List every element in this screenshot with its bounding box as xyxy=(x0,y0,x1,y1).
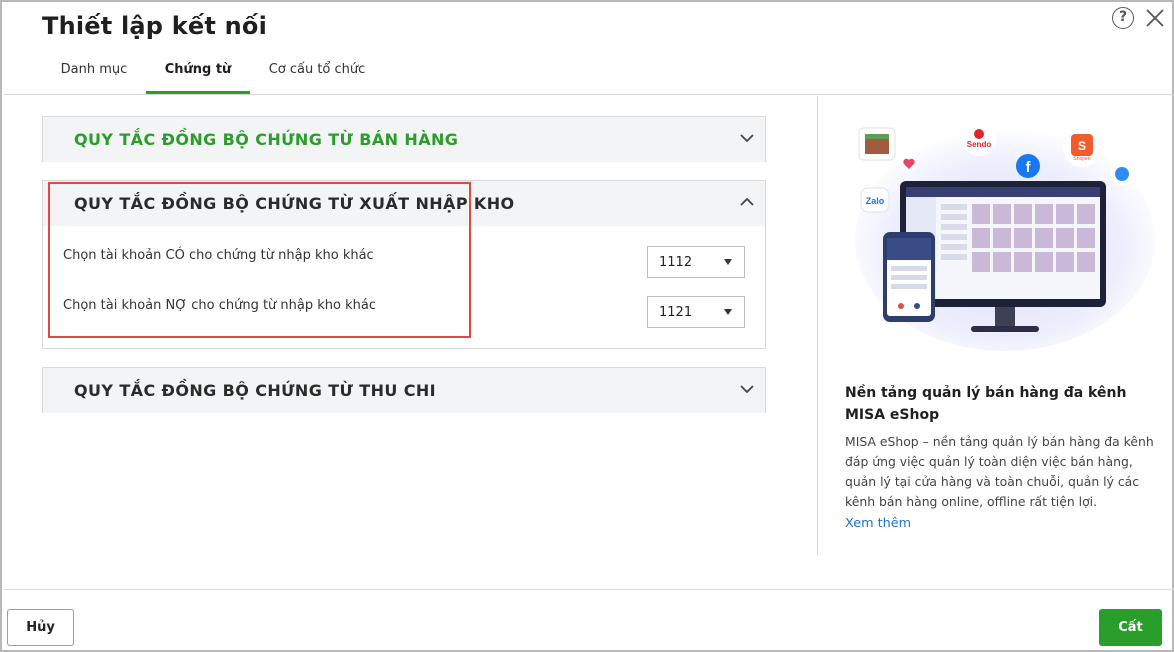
dropdown-arrow-icon xyxy=(724,259,732,265)
dropdown-arrow-icon xyxy=(724,309,732,315)
chevron-down-icon[interactable] xyxy=(739,132,755,144)
help-icon[interactable]: ? xyxy=(1112,7,1134,29)
save-button[interactable]: Cất xyxy=(1099,609,1162,646)
tab-chung-tu[interactable]: Chứng từ xyxy=(146,52,250,94)
zalo-label: Zalo xyxy=(866,196,885,206)
debit-account-value: 1121 xyxy=(659,305,693,320)
close-icon[interactable] xyxy=(1144,7,1166,29)
debit-account-select[interactable]: 1121 xyxy=(647,296,745,328)
section-sales-vouchers: QUY TẮC ĐỒNG BỘ CHỨNG TỪ BÁN HÀNG xyxy=(42,116,766,162)
debit-account-label: Chọn tài khoản NỢ cho chứng từ nhập kho … xyxy=(63,298,376,313)
chevron-down-icon[interactable] xyxy=(739,383,755,395)
section-header-inventory[interactable]: QUY TẮC ĐỒNG BỘ CHỨNG TỪ XUẤT NHẬP KHO xyxy=(43,181,765,226)
section-header-cash[interactable]: QUY TẮC ĐỒNG BỘ CHỨNG TỪ THU CHI xyxy=(43,368,765,413)
section-title-cash: QUY TẮC ĐỒNG BỘ CHỨNG TỪ THU CHI xyxy=(74,381,437,400)
connection-settings-dialog: Thiết lập kết nối ? Danh mục Chứng từ Cơ… xyxy=(0,0,1174,652)
promo-title: Nền tảng quản lý bán hàng đa kênh MISA e… xyxy=(845,385,1127,423)
cancel-button[interactable]: Hủy xyxy=(7,609,74,646)
credit-account-select[interactable]: 1112 xyxy=(647,246,745,278)
section-header-sales[interactable]: QUY TẮC ĐỒNG BỘ CHỨNG TỪ BÁN HÀNG xyxy=(43,117,765,162)
section-title-inventory: QUY TẮC ĐỒNG BỘ CHỨNG TỪ XUẤT NHẬP KHO xyxy=(74,194,515,213)
credit-account-value: 1112 xyxy=(659,255,693,270)
read-more-link[interactable]: Xem thêm xyxy=(845,516,911,531)
eshop-hero-illustration: Zalo Sendo f S Shopee xyxy=(855,122,1155,351)
shopee-text: Shopee xyxy=(1073,156,1090,162)
credit-account-label: Chọn tài khoản CÓ cho chứng từ nhập kho … xyxy=(63,248,374,263)
tab-danh-muc[interactable]: Danh mục xyxy=(42,52,146,94)
section-title-sales: QUY TẮC ĐỒNG BỘ CHỨNG TỪ BÁN HÀNG xyxy=(74,130,459,149)
chevron-up-icon[interactable] xyxy=(739,196,755,208)
tab-co-cau-to-chuc[interactable]: Cơ cấu tổ chức xyxy=(252,52,382,94)
promo-description: MISA eShop – nền tảng quản lý bán hàng đ… xyxy=(845,434,1154,509)
section-cash-vouchers: QUY TẮC ĐỒNG BỘ CHỨNG TỪ THU CHI xyxy=(42,367,766,413)
pane-divider xyxy=(817,96,818,556)
sendo-label: Sendo xyxy=(967,140,992,149)
footer-divider xyxy=(4,589,1174,590)
section-inventory-vouchers: QUY TẮC ĐỒNG BỘ CHỨNG TỪ XUẤT NHẬP KHO C… xyxy=(42,180,766,349)
dialog-title: Thiết lập kết nối xyxy=(42,12,268,40)
tabs-divider xyxy=(4,94,1174,95)
shopee-label: S xyxy=(1078,139,1086,153)
